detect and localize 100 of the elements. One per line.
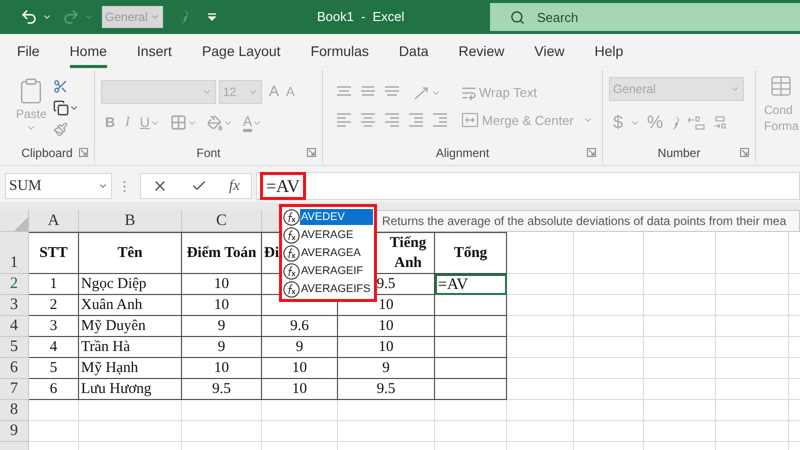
empty-cell bbox=[507, 295, 574, 316]
table-cell: Mỹ Duyên bbox=[79, 316, 182, 337]
row-header[interactable]: 8 bbox=[0, 400, 29, 421]
empty-cell bbox=[644, 274, 716, 295]
menu-tab[interactable]: File bbox=[17, 34, 40, 68]
empty-cell bbox=[507, 400, 574, 421]
menu-tab[interactable]: Data bbox=[398, 34, 428, 68]
table-cell: Tên bbox=[79, 232, 182, 274]
empty-cell bbox=[507, 421, 574, 442]
menu-tab[interactable]: Insert bbox=[136, 34, 172, 68]
table-cell: 10 bbox=[262, 379, 338, 400]
empty-cell bbox=[574, 274, 644, 295]
row-header[interactable]: 3 bbox=[0, 295, 29, 316]
group-label: Font bbox=[196, 145, 220, 162]
table-cell: 6 bbox=[29, 379, 79, 400]
table-cell: Điểm Toán bbox=[182, 232, 262, 274]
function-icon bbox=[283, 226, 300, 244]
function-icon bbox=[283, 208, 300, 226]
row-header[interactable]: 7 bbox=[0, 379, 29, 400]
empty-cell bbox=[507, 274, 574, 295]
table-cell: 3 bbox=[29, 316, 79, 337]
empty-cell bbox=[574, 316, 644, 337]
table-cell: Xuân Anh bbox=[79, 295, 182, 316]
menu-tab[interactable]: Formulas bbox=[310, 34, 369, 68]
empty-cell bbox=[507, 358, 574, 379]
column-header[interactable]: A bbox=[29, 210, 79, 232]
redo-icon[interactable] bbox=[62, 8, 80, 26]
empty-cell bbox=[435, 421, 507, 442]
search-field[interactable]: Search bbox=[490, 3, 800, 31]
table-cell: Ngọc Diệp bbox=[79, 274, 182, 295]
table-cell: 9 bbox=[262, 337, 338, 358]
column-header[interactable]: B bbox=[79, 210, 182, 232]
table-cell: 4 bbox=[29, 337, 79, 358]
table-cell: 5 bbox=[29, 358, 79, 379]
empty-cell bbox=[574, 379, 644, 400]
table-cell: STT bbox=[29, 232, 79, 274]
table-cell: 9.5 bbox=[338, 379, 435, 400]
customize-toolbar-icon[interactable] bbox=[207, 13, 217, 21]
table-cell bbox=[435, 316, 507, 337]
formula-field[interactable]: =AV bbox=[256, 172, 800, 200]
empty-cell bbox=[644, 400, 716, 421]
empty-cell bbox=[644, 421, 716, 442]
empty-cell bbox=[507, 337, 574, 358]
empty-cell bbox=[507, 316, 574, 337]
table-cell: Mỹ Hạnh bbox=[79, 358, 182, 379]
formula-text: =AV bbox=[260, 172, 306, 200]
table-cell: 10 bbox=[182, 274, 262, 295]
table-cell: Trần Hà bbox=[79, 337, 182, 358]
undo-icon[interactable] bbox=[20, 8, 38, 26]
search-icon bbox=[510, 10, 525, 25]
table-cell: 10 bbox=[262, 358, 338, 379]
empty-cell bbox=[574, 358, 644, 379]
comma-style-icon[interactable] bbox=[179, 9, 189, 25]
table-cell: 10 bbox=[182, 295, 262, 316]
menu-tab[interactable]: View bbox=[534, 34, 564, 68]
menu-tab[interactable]: Page Layout bbox=[202, 34, 281, 68]
window-title: Book1 - Excel bbox=[317, 8, 404, 26]
table-cell: 1 bbox=[29, 274, 79, 295]
menu-tab[interactable]: Review bbox=[458, 34, 504, 68]
insert-function-button[interactable]: fx bbox=[228, 174, 240, 198]
table-cell bbox=[435, 337, 507, 358]
table-cell bbox=[435, 379, 507, 400]
function-icon bbox=[283, 262, 300, 280]
empty-cell bbox=[507, 379, 574, 400]
row-header[interactable]: 1 bbox=[0, 232, 29, 274]
empty-cell bbox=[574, 400, 644, 421]
group-label: Alignment bbox=[436, 145, 490, 162]
row-header[interactable]: 4 bbox=[0, 316, 29, 337]
function-tooltip: Returns the average of the absolute deviations of data points from their mea bbox=[376, 210, 800, 232]
table-cell: Lưu Hương bbox=[79, 379, 182, 400]
empty-cell bbox=[644, 379, 716, 400]
empty-cell bbox=[644, 358, 716, 379]
table-cell bbox=[435, 295, 507, 316]
table-cell bbox=[435, 358, 507, 379]
name-box[interactable]: SUM bbox=[5, 173, 112, 199]
table-cell: 10 bbox=[338, 337, 435, 358]
row-header[interactable]: 6 bbox=[0, 358, 29, 379]
table-cell: 10 bbox=[338, 316, 435, 337]
row-header[interactable]: 5 bbox=[0, 337, 29, 358]
group-label: Clipboard bbox=[21, 145, 73, 162]
row-header[interactable]: 9 bbox=[0, 421, 29, 442]
grip-icon bbox=[123, 180, 126, 192]
column-header[interactable]: C bbox=[182, 210, 262, 232]
empty-cell bbox=[644, 295, 716, 316]
function-icon bbox=[283, 280, 300, 298]
row-header[interactable]: 2 bbox=[0, 274, 29, 295]
empty-cell bbox=[435, 400, 507, 421]
empty-cell bbox=[644, 316, 716, 337]
table-cell: 9 bbox=[182, 337, 262, 358]
menu-tab[interactable]: Help bbox=[594, 34, 624, 68]
table-cell: 9 bbox=[338, 358, 435, 379]
table-cell: 10 bbox=[182, 358, 262, 379]
function-icon bbox=[283, 244, 300, 262]
empty-cell bbox=[574, 421, 644, 442]
active-cell[interactable]: =AV bbox=[435, 274, 507, 295]
table-cell: 9.5 bbox=[182, 379, 262, 400]
empty-cell bbox=[644, 337, 716, 358]
table-cell: 2 bbox=[29, 295, 79, 316]
empty-cell bbox=[574, 295, 644, 316]
table-cell: 9.6 bbox=[262, 316, 338, 337]
